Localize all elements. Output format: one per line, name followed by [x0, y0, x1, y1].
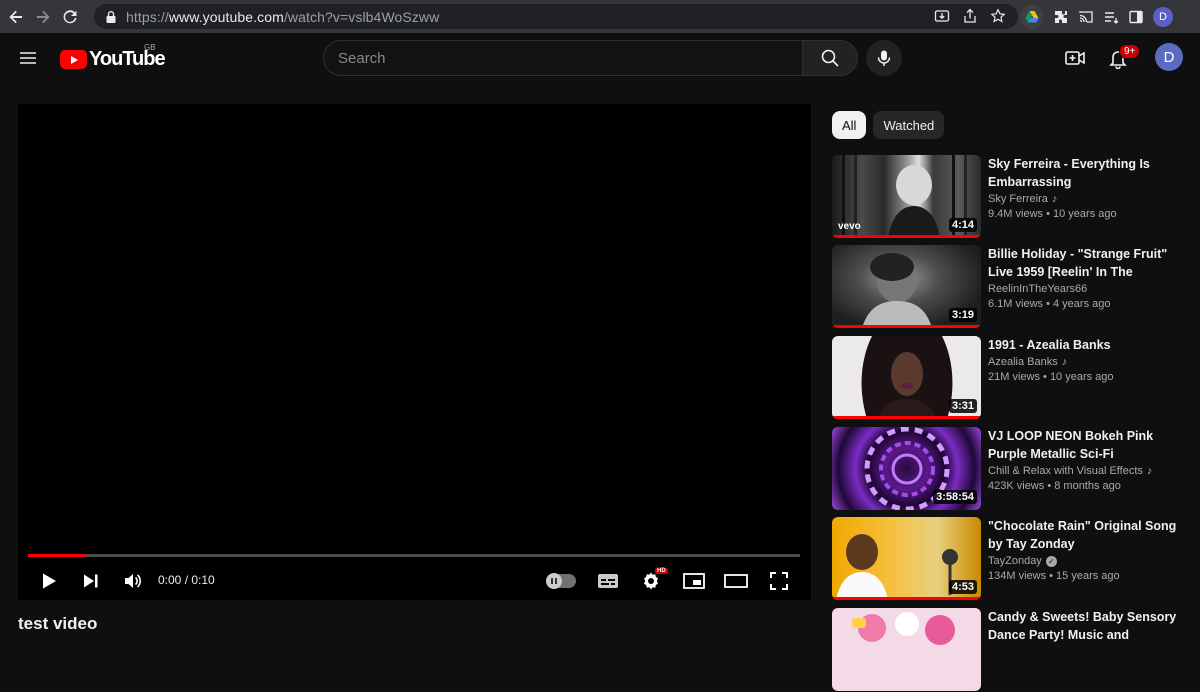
- channel-name[interactable]: Azealia Banks ♪: [988, 356, 1178, 368]
- youtube-header: YouTube GB 9+ D: [0, 33, 1200, 85]
- duration-badge: 3:31: [948, 399, 977, 413]
- watched-progress: [832, 416, 981, 419]
- voice-search-button[interactable]: [866, 40, 902, 76]
- extensions-puzzle-icon[interactable]: [1053, 9, 1069, 25]
- video-stats: 423K views • 8 months ago: [988, 480, 1121, 492]
- vevo-watermark: vevo: [838, 221, 861, 232]
- play-icon: [43, 573, 56, 589]
- video-thumbnail[interactable]: [832, 608, 981, 691]
- chip-watched[interactable]: Watched: [873, 111, 945, 139]
- back-arrow-icon[interactable]: [5, 6, 27, 28]
- video-thumbnail[interactable]: 3:19: [832, 245, 981, 328]
- duration-badge: 4:53: [948, 580, 977, 594]
- duration-badge: 3:19: [948, 308, 977, 322]
- gear-icon: [644, 572, 658, 590]
- video-title[interactable]: "Chocolate Rain" Original Song by Tay Zo…: [988, 517, 1178, 553]
- channel-name[interactable]: Sky Ferreira ♪: [988, 193, 1178, 205]
- music-note-icon: ♪: [1061, 356, 1068, 368]
- search-box[interactable]: [323, 40, 803, 76]
- volume-icon: [125, 574, 142, 588]
- video-thumbnail[interactable]: 4:53: [832, 517, 981, 600]
- video-thumbnail[interactable]: vevo 4:14: [832, 155, 981, 238]
- list-item[interactable]: 4:53 "Chocolate Rain" Original Song by T…: [832, 517, 1182, 601]
- video-stats: 134M views • 15 years ago: [988, 570, 1120, 582]
- next-button[interactable]: [80, 566, 102, 596]
- address-bar[interactable]: https://www.youtube.com/watch?v=vslb4WoS…: [94, 4, 1018, 29]
- music-note-icon: ♪: [1051, 193, 1058, 205]
- google-drive-extension-icon[interactable]: [1020, 4, 1044, 29]
- video-title: test video: [18, 614, 98, 633]
- theater-mode-icon: [724, 574, 748, 588]
- theater-mode-button[interactable]: [724, 566, 748, 596]
- fullscreen-icon: [770, 572, 788, 590]
- skip-next-icon: [84, 574, 98, 588]
- subtitles-button[interactable]: [597, 566, 619, 596]
- verified-check-icon: ✓: [1045, 555, 1057, 567]
- channel-name[interactable]: ReelinInTheYears66: [988, 283, 1178, 295]
- volume-button[interactable]: [122, 566, 144, 596]
- filter-chips: All Watched: [832, 111, 945, 139]
- notification-count-badge: 9+: [1119, 44, 1141, 59]
- chip-all[interactable]: All: [832, 111, 867, 139]
- video-title[interactable]: 1991 - Azealia Banks: [988, 336, 1178, 354]
- music-note-icon: ♪: [1146, 465, 1153, 477]
- search-input[interactable]: [338, 49, 802, 67]
- search-icon: [821, 49, 839, 67]
- video-thumbnail[interactable]: 3:58:54: [832, 427, 981, 510]
- youtube-play-logo-icon: [60, 50, 87, 69]
- video-stats: 21M views • 10 years ago: [988, 371, 1114, 383]
- list-item[interactable]: 3:31 1991 - Azealia Banks Azealia Banks ♪…: [832, 336, 1182, 420]
- channel-name[interactable]: TayZonday ✓: [988, 555, 1178, 567]
- share-icon[interactable]: [962, 8, 978, 24]
- watched-progress: [832, 235, 981, 238]
- reading-list-icon[interactable]: [1103, 9, 1119, 25]
- miniplayer-icon: [683, 573, 705, 589]
- video-stats: 6.1M views • 4 years ago: [988, 298, 1111, 310]
- search-button[interactable]: [802, 40, 858, 76]
- list-item[interactable]: vevo 4:14 Sky Ferreira - Everything Is E…: [832, 155, 1182, 239]
- list-item[interactable]: 3:58:54 VJ LOOP NEON Bokeh Pink Purple M…: [832, 427, 1182, 511]
- video-title[interactable]: Billie Holiday - "Strange Fruit" Live 19…: [988, 245, 1178, 281]
- duration-badge: 4:14: [948, 218, 977, 232]
- reload-icon[interactable]: [59, 6, 81, 28]
- duration-badge: 3:58:54: [933, 490, 977, 504]
- autoplay-pause-icon: [546, 573, 562, 589]
- time-display: 0:00 / 0:10: [158, 573, 215, 587]
- youtube-logo[interactable]: YouTube GB: [60, 43, 166, 71]
- hamburger-menu-icon[interactable]: [17, 47, 39, 69]
- side-panel-icon[interactable]: [1128, 9, 1144, 25]
- bookmark-star-icon[interactable]: [990, 8, 1006, 24]
- forward-arrow-icon[interactable]: [32, 6, 54, 28]
- video-thumbnail[interactable]: 3:31: [832, 336, 981, 419]
- create-video-icon[interactable]: [1064, 47, 1086, 69]
- video-player[interactable]: 0:00 / 0:10 HD: [18, 104, 811, 600]
- hd-badge: HD: [655, 568, 668, 574]
- fullscreen-button[interactable]: [768, 566, 790, 596]
- watched-progress: [832, 325, 981, 328]
- account-avatar[interactable]: D: [1155, 43, 1183, 71]
- play-button[interactable]: [38, 566, 60, 596]
- channel-name[interactable]: Chill & Relax with Visual Effects ♪: [988, 465, 1178, 477]
- cast-icon[interactable]: [1078, 9, 1094, 25]
- player-controls: 0:00 / 0:10 HD: [18, 566, 811, 596]
- list-item[interactable]: 3:19 Billie Holiday - "Strange Fruit" Li…: [832, 245, 1182, 329]
- autoplay-toggle[interactable]: [546, 573, 576, 589]
- list-item[interactable]: Candy & Sweets! Baby Sensory Dance Party…: [832, 608, 1182, 692]
- progress-bar[interactable]: [28, 554, 800, 557]
- video-stats: 9.4M views • 10 years ago: [988, 208, 1117, 220]
- region-code: GB: [144, 43, 156, 52]
- watched-progress: [832, 597, 981, 600]
- url-text: https://www.youtube.com/watch?v=vslb4WoS…: [126, 8, 440, 25]
- video-title[interactable]: VJ LOOP NEON Bokeh Pink Purple Metallic …: [988, 427, 1178, 463]
- subtitles-icon: [598, 574, 618, 588]
- video-title[interactable]: Sky Ferreira - Everything Is Embarrassin…: [988, 155, 1178, 191]
- progress-bar-fill: [28, 554, 86, 557]
- microphone-icon: [877, 50, 891, 66]
- lock-icon[interactable]: [104, 10, 118, 24]
- install-app-icon[interactable]: [934, 8, 950, 24]
- miniplayer-button[interactable]: [682, 566, 706, 596]
- browser-profile-avatar[interactable]: D: [1153, 6, 1173, 27]
- browser-toolbar: https://www.youtube.com/watch?v=vslb4WoS…: [0, 0, 1200, 33]
